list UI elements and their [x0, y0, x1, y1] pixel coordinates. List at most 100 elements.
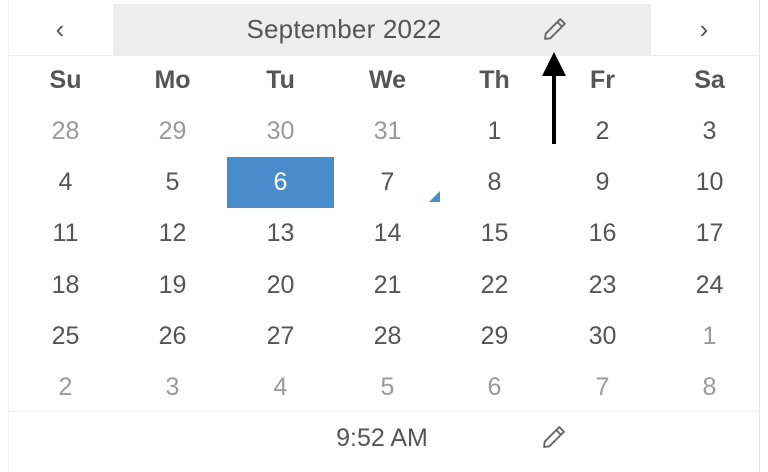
weekday-label: Th	[479, 65, 510, 94]
day-number: 2	[58, 373, 73, 401]
day-number: 28	[51, 117, 80, 145]
day-number: 19	[158, 270, 187, 299]
weekday-label: Sa	[694, 65, 725, 94]
month-title: September 2022	[246, 14, 442, 44]
day-number: 15	[480, 219, 509, 248]
day-number: 29	[158, 117, 187, 145]
day-cell[interactable]: 26	[119, 311, 226, 362]
time-row: 9:52 AM	[8, 412, 760, 464]
next-month-button[interactable]: ›	[664, 4, 744, 55]
day-cell[interactable]: 8	[441, 157, 548, 208]
day-cell[interactable]: 30	[227, 106, 334, 157]
day-cell[interactable]: 4	[12, 157, 119, 208]
today-marker-icon	[429, 191, 440, 203]
day-number: 6	[487, 373, 502, 401]
day-cell[interactable]: 25	[12, 311, 119, 362]
day-cell[interactable]: 31	[334, 106, 441, 157]
day-cell[interactable]: 30	[549, 311, 656, 362]
day-number: 5	[165, 168, 180, 197]
day-number: 11	[52, 219, 79, 248]
day-cell[interactable]: 20	[227, 260, 334, 311]
day-number: 8	[702, 373, 717, 401]
divider	[8, 55, 760, 56]
day-cell[interactable]: 5	[334, 362, 441, 413]
day-cell[interactable]: 28	[334, 311, 441, 362]
day-cell[interactable]: 15	[441, 208, 548, 259]
day-cell[interactable]: 18	[12, 260, 119, 311]
day-number: 17	[695, 219, 724, 248]
day-number: 3	[702, 117, 717, 145]
weekday-label: Su	[49, 65, 82, 94]
day-cell[interactable]: 22	[441, 260, 548, 311]
day-cell[interactable]: 21	[334, 260, 441, 311]
day-number: 26	[158, 321, 187, 350]
day-cell[interactable]: 3	[119, 362, 226, 413]
day-cell[interactable]: 17	[656, 208, 763, 259]
day-cell[interactable]: 9	[549, 157, 656, 208]
day-cell[interactable]: 14	[334, 208, 441, 259]
day-number: 2	[595, 117, 610, 145]
day-cell[interactable]: 29	[441, 311, 548, 362]
day-cell[interactable]: 12	[119, 208, 226, 259]
day-cell[interactable]: 11	[12, 208, 119, 259]
pencil-icon[interactable]	[540, 423, 568, 451]
day-number: 20	[266, 270, 295, 299]
day-number: 12	[158, 219, 187, 248]
day-cell[interactable]: 29	[119, 106, 226, 157]
day-number: 6	[273, 168, 288, 197]
day-cell[interactable]: 13	[227, 208, 334, 259]
day-number: 1	[702, 321, 717, 350]
day-cell[interactable]: 8	[656, 362, 763, 413]
day-number: 18	[51, 270, 80, 299]
day-cell[interactable]: 24	[656, 260, 763, 311]
day-cell-selected[interactable]: 6	[227, 157, 334, 209]
day-number: 13	[266, 219, 295, 248]
day-number: 3	[165, 373, 180, 401]
day-cell[interactable]: 27	[227, 311, 334, 362]
day-cell[interactable]: 19	[119, 260, 226, 311]
day-number: 30	[266, 117, 295, 145]
day-number: 30	[588, 321, 617, 350]
day-number: 27	[266, 321, 295, 350]
day-number: 4	[58, 168, 73, 197]
chevron-right-icon: ›	[699, 14, 709, 44]
day-cell[interactable]: 16	[549, 208, 656, 259]
day-cell[interactable]: 3	[656, 106, 763, 157]
day-number: 29	[480, 321, 509, 350]
annotation-arrow-icon	[542, 52, 566, 144]
weekday-label: We	[368, 65, 407, 94]
day-cell[interactable]: 7	[549, 362, 656, 413]
day-cell[interactable]: 1	[441, 106, 548, 157]
day-cell[interactable]: 28	[12, 106, 119, 157]
day-number: 22	[480, 270, 509, 299]
day-number: 10	[695, 168, 724, 197]
chevron-left-icon: ‹	[55, 14, 65, 44]
day-cell[interactable]: 23	[549, 260, 656, 311]
day-cell[interactable]: 10	[656, 157, 763, 208]
day-number: 24	[695, 270, 724, 299]
day-number: 7	[595, 373, 610, 401]
weekday-header: Su Mo Tu We Th Fr Sa	[6, 58, 758, 102]
day-number: 28	[373, 321, 402, 350]
day-cell-today[interactable]: 7	[334, 157, 441, 208]
time-value[interactable]: 9:52 AM	[282, 412, 482, 464]
day-number: 1	[487, 117, 502, 145]
day-cell[interactable]: 4	[227, 362, 334, 413]
day-number: 23	[588, 270, 617, 299]
day-cell[interactable]: 1	[656, 311, 763, 362]
previous-month-button[interactable]: ‹	[20, 4, 100, 55]
day-number: 7	[380, 168, 395, 197]
day-number: 9	[595, 168, 610, 197]
day-number: 25	[51, 321, 80, 350]
day-number: 8	[487, 168, 502, 197]
day-cell[interactable]: 2	[12, 362, 119, 413]
month-year-selector[interactable]: September 2022	[113, 4, 651, 55]
pencil-icon[interactable]	[541, 15, 569, 43]
day-number: 5	[380, 373, 395, 401]
day-cell[interactable]: 6	[441, 362, 548, 413]
weekday-label: Mo	[154, 65, 191, 94]
day-number: 21	[373, 270, 402, 299]
day-number: 31	[373, 117, 402, 145]
day-number: 4	[273, 373, 288, 401]
day-cell[interactable]: 5	[119, 157, 226, 208]
